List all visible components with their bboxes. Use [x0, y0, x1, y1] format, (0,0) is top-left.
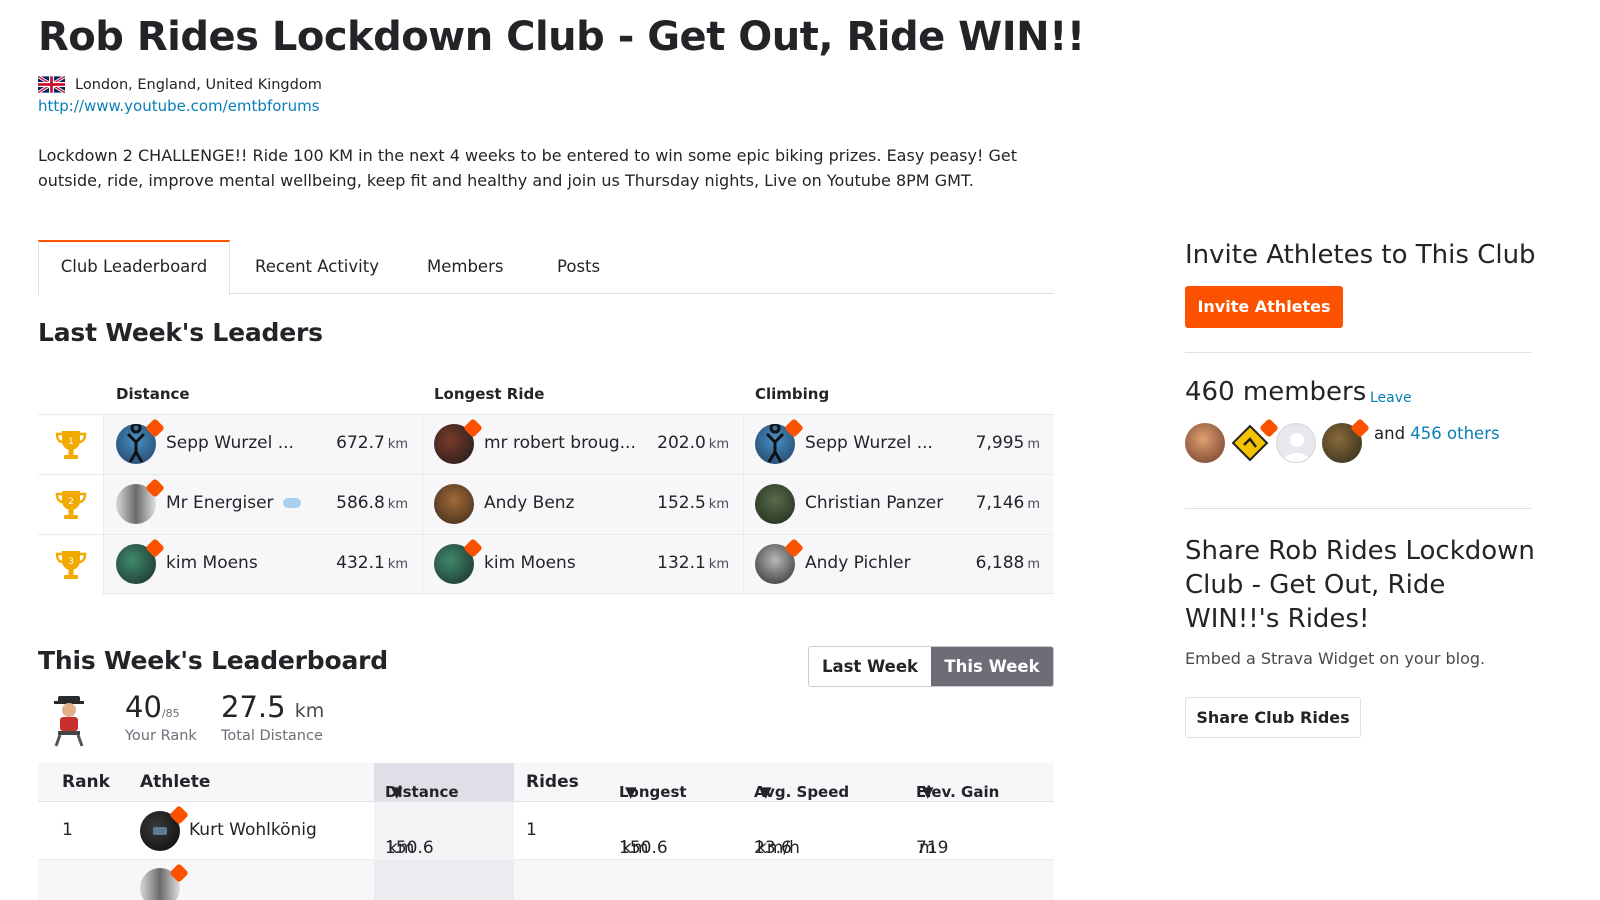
row-rides: 1 [526, 820, 537, 840]
trophy-cell: 1 [38, 415, 104, 475]
distance-header: Distance [116, 385, 190, 403]
athlete-name[interactable]: mr robert broug... [484, 433, 636, 453]
athlete-name[interactable]: Sepp Wurzel ... [166, 433, 294, 453]
climbing-value: 6,188 m [975, 553, 1040, 573]
leaders-row: 1 Sepp Wurzel ... 672.7 km mr robert brou… [38, 414, 1054, 475]
club-tabs: Club Leaderboard Recent Activity Members… [38, 240, 1054, 295]
climbing-value: 7,995 m [975, 433, 1040, 453]
athlete-name[interactable]: Christian Panzer [805, 493, 943, 513]
trophy-rank: 1 [68, 437, 74, 447]
members-count: 460 members [1185, 377, 1367, 407]
total-distance-value: 27.5 km [221, 690, 325, 724]
last-week-button[interactable]: Last Week [809, 647, 931, 686]
tab-recent-activity[interactable]: Recent Activity [255, 240, 379, 294]
cloud-icon [282, 498, 301, 508]
distance-leader-cell[interactable]: kim Moens 432.1 km [104, 535, 422, 595]
tab-members[interactable]: Members [427, 240, 503, 294]
climbing-leader-cell[interactable]: Sepp Wurzel ... 7,995 m [743, 415, 1054, 475]
trophy-icon: 1 [55, 431, 87, 459]
divider [1185, 352, 1531, 353]
row-rank: 1 [62, 820, 73, 840]
longest-ride-leader-cell[interactable]: kim Moens 132.1 km [422, 535, 743, 595]
other-members-link[interactable]: 456 others [1410, 424, 1499, 443]
athlete-name[interactable]: kim Moens [484, 553, 576, 573]
my-avatar[interactable] [48, 694, 90, 748]
sort-caret-icon: ▼ [922, 783, 934, 801]
leaders-row: 3 kim Moens 432.1 km kim Moens 132.1 km An… [38, 534, 1054, 595]
longest-ride-value: 202.0 km [657, 433, 729, 453]
distance-value: 672.7 km [336, 433, 408, 453]
climbing-leader-cell[interactable]: Andy Pichler 6,188 m [743, 535, 1054, 595]
longest-ride-header: Longest Ride [434, 385, 545, 403]
longest-ride-leader-cell[interactable]: mr robert broug... 202.0 km [422, 415, 743, 475]
this-week-button[interactable]: This Week [931, 647, 1053, 686]
rides-column-header: Rides [526, 772, 579, 792]
my-rank-label: Your Rank [125, 728, 197, 744]
athlete-name[interactable]: Mr Energiser [166, 493, 301, 513]
climbing-header: Climbing [755, 385, 830, 403]
longest-ride-value: 132.1 km [657, 553, 729, 573]
my-rank-summary: 40/85 Your Rank 27.5 km Total Distance [38, 690, 438, 750]
share-heading: Share Rob Rides Lockdown Club - Get Out,… [1185, 536, 1535, 634]
trophy-cell: 2 [38, 475, 104, 535]
trophy-icon: 2 [55, 491, 87, 519]
avatar[interactable] [434, 484, 474, 524]
tab-posts[interactable]: Posts [557, 240, 600, 294]
trophy-icon: 3 [55, 551, 87, 579]
trophy-rank: 3 [68, 557, 74, 567]
trophy-cell: 3 [38, 535, 104, 595]
last-week-leaders-table: Distance Longest Ride Climbing 1 Sepp Wu… [38, 378, 1054, 595]
share-club-rides-button[interactable]: Share Club Rides [1185, 697, 1361, 738]
table-row [38, 860, 1054, 900]
leaderboard-header-row: Rank Athlete Distance ▼ Rides Longest ▼ Av… [38, 763, 1054, 802]
total-distance-label: Total Distance [221, 728, 323, 744]
sort-caret-icon: ▼ [625, 783, 637, 801]
embed-text: Embed a Strava Widget on your blog. [1185, 649, 1486, 668]
week-toggle: Last Week This Week [808, 646, 1054, 687]
athlete-name[interactable]: Kurt Wohlkönig [189, 820, 317, 840]
my-rank-value: 40/85 [125, 690, 180, 724]
member-avatar[interactable] [1185, 423, 1225, 463]
athlete-name[interactable]: Sepp Wurzel ... [805, 433, 933, 453]
athlete-column-header: Athlete [140, 772, 211, 792]
divider [1185, 508, 1531, 509]
distance-value: 432.1 km [336, 553, 408, 573]
athlete-name[interactable]: kim Moens [166, 553, 258, 573]
uk-flag-icon [38, 76, 65, 93]
club-location: London, England, United Kingdom [38, 76, 322, 93]
rank-column-header: Rank [62, 772, 110, 792]
club-description: Lockdown 2 CHALLENGE!! Ride 100 KM in th… [38, 146, 1017, 190]
page-title: Rob Rides Lockdown Club - Get Out, Ride … [38, 14, 1085, 60]
athlete-name[interactable]: Andy Pichler [805, 553, 911, 573]
other-members: and 456 others [1374, 424, 1500, 443]
invite-heading: Invite Athletes to This Club [1185, 240, 1536, 270]
last-week-leaders-heading: Last Week's Leaders [38, 318, 323, 347]
invite-athletes-button[interactable]: Invite Athletes [1185, 286, 1343, 328]
athlete-name[interactable]: Andy Benz [484, 493, 574, 513]
distance-leader-cell[interactable]: Mr Energiser 586.8 km [104, 475, 422, 535]
location-text: London, England, United Kingdom [75, 76, 322, 93]
this-week-leaderboard-heading: This Week's Leaderboard [38, 646, 388, 675]
distance-leader-cell[interactable]: Sepp Wurzel ... 672.7 km [104, 415, 422, 475]
tab-club-leaderboard[interactable]: Club Leaderboard [38, 240, 230, 295]
this-week-leaderboard-table: Rank Athlete Distance ▼ Rides Longest ▼ Av… [38, 763, 1054, 900]
club-website-link[interactable]: http://www.youtube.com/emtbforums [38, 97, 320, 115]
sort-caret-icon: ▼ [760, 783, 772, 801]
distance-value: 586.8 km [336, 493, 408, 513]
table-row: 1 Kurt Wohlkönig 150.6 km 1 150.6 km 23.6 k… [38, 802, 1054, 860]
longest-ride-leader-cell[interactable]: Andy Benz 152.5 km [422, 475, 743, 535]
member-avatar[interactable] [1276, 423, 1316, 463]
leaders-row: 2 Mr Energiser 586.8 km Andy Benz 152.5 km… [38, 474, 1054, 535]
leave-club-link[interactable]: Leave [1370, 390, 1412, 406]
avatar[interactable] [755, 484, 795, 524]
trophy-rank: 2 [68, 497, 74, 507]
leaders-header-row: Distance Longest Ride Climbing [38, 378, 1054, 414]
climbing-value: 7,146 m [975, 493, 1040, 513]
longest-ride-value: 152.5 km [657, 493, 729, 513]
sort-caret-icon: ▼ [391, 783, 403, 801]
climbing-leader-cell[interactable]: Christian Panzer 7,146 m [743, 475, 1054, 535]
